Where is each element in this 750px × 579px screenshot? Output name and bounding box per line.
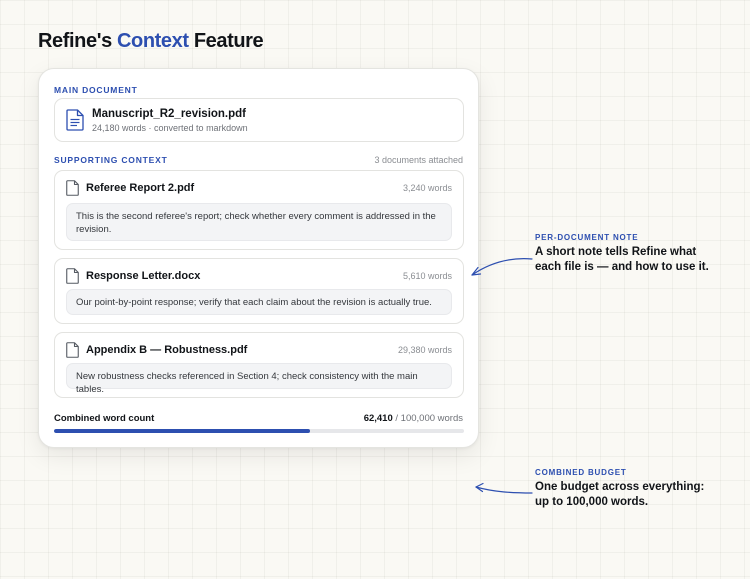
main-document-name: Manuscript_R2_revision.pdf	[92, 108, 247, 120]
main-document-card[interactable]: Manuscript_R2_revision.pdf 24,180 words …	[54, 98, 464, 142]
page-title: Refine's Context Feature	[38, 30, 264, 53]
combined-word-count-limit: / 100,000 words	[392, 413, 463, 424]
supporting-file-note[interactable]: This is the second referee's report; che…	[66, 203, 452, 241]
supporting-file-name: Appendix B — Robustness.pdf	[86, 344, 248, 356]
combined-budget-label: COMBINED BUDGET	[535, 468, 627, 477]
word-budget-progress-bar	[54, 429, 464, 433]
page-title-suffix: Feature	[193, 30, 264, 52]
supporting-file-note[interactable]: New robustness checks referenced in Sect…	[66, 363, 452, 395]
file-icon	[66, 180, 79, 196]
per-document-note-text: A short note tells Refine what each file…	[535, 246, 709, 273]
supporting-file-word-count: 3,240 words	[402, 183, 452, 193]
combined-word-count-label: Combined word count	[54, 413, 155, 424]
context-panel: MAIN DOCUMENT Manuscript_R2_revision.pdf…	[38, 68, 479, 448]
supporting-file-card[interactable]: Referee Report 2.pdf 3,240 words This is…	[54, 170, 464, 250]
page-title-accent: Context	[116, 30, 189, 52]
supporting-context-label: SUPPORTING CONTEXT	[54, 155, 168, 165]
supporting-file-card[interactable]: Appendix B — Robustness.pdf 29,380 words…	[54, 332, 464, 398]
attached-count: 3 documents attached	[374, 155, 463, 165]
supporting-file-word-count: 29,380 words	[397, 345, 452, 355]
document-icon	[66, 109, 84, 131]
file-icon	[66, 268, 79, 284]
page-title-prefix: Refine's	[38, 30, 112, 52]
supporting-file-name: Referee Report 2.pdf	[86, 182, 195, 194]
file-icon	[66, 342, 79, 358]
combined-word-count-value: 62,410 / 100,000 words	[364, 413, 463, 424]
arrow-left-icon	[475, 482, 533, 494]
per-document-note-label: PER-DOCUMENT NOTE	[535, 233, 639, 242]
arrow-left-icon	[471, 258, 533, 276]
supporting-file-card[interactable]: Response Letter.docx 5,610 words Our poi…	[54, 258, 464, 324]
main-document-meta: 24,180 words · converted to markdown	[92, 123, 248, 133]
word-budget-progress-fill	[54, 429, 310, 433]
supporting-file-note[interactable]: Our point-by-point response; verify that…	[66, 289, 452, 315]
supporting-file-name: Response Letter.docx	[86, 270, 201, 282]
combined-word-count-current: 62,410	[363, 413, 393, 424]
supporting-file-word-count: 5,610 words	[402, 271, 452, 281]
main-document-label: MAIN DOCUMENT	[54, 85, 138, 95]
combined-budget-text: One budget across everything: up to 100,…	[535, 481, 705, 508]
